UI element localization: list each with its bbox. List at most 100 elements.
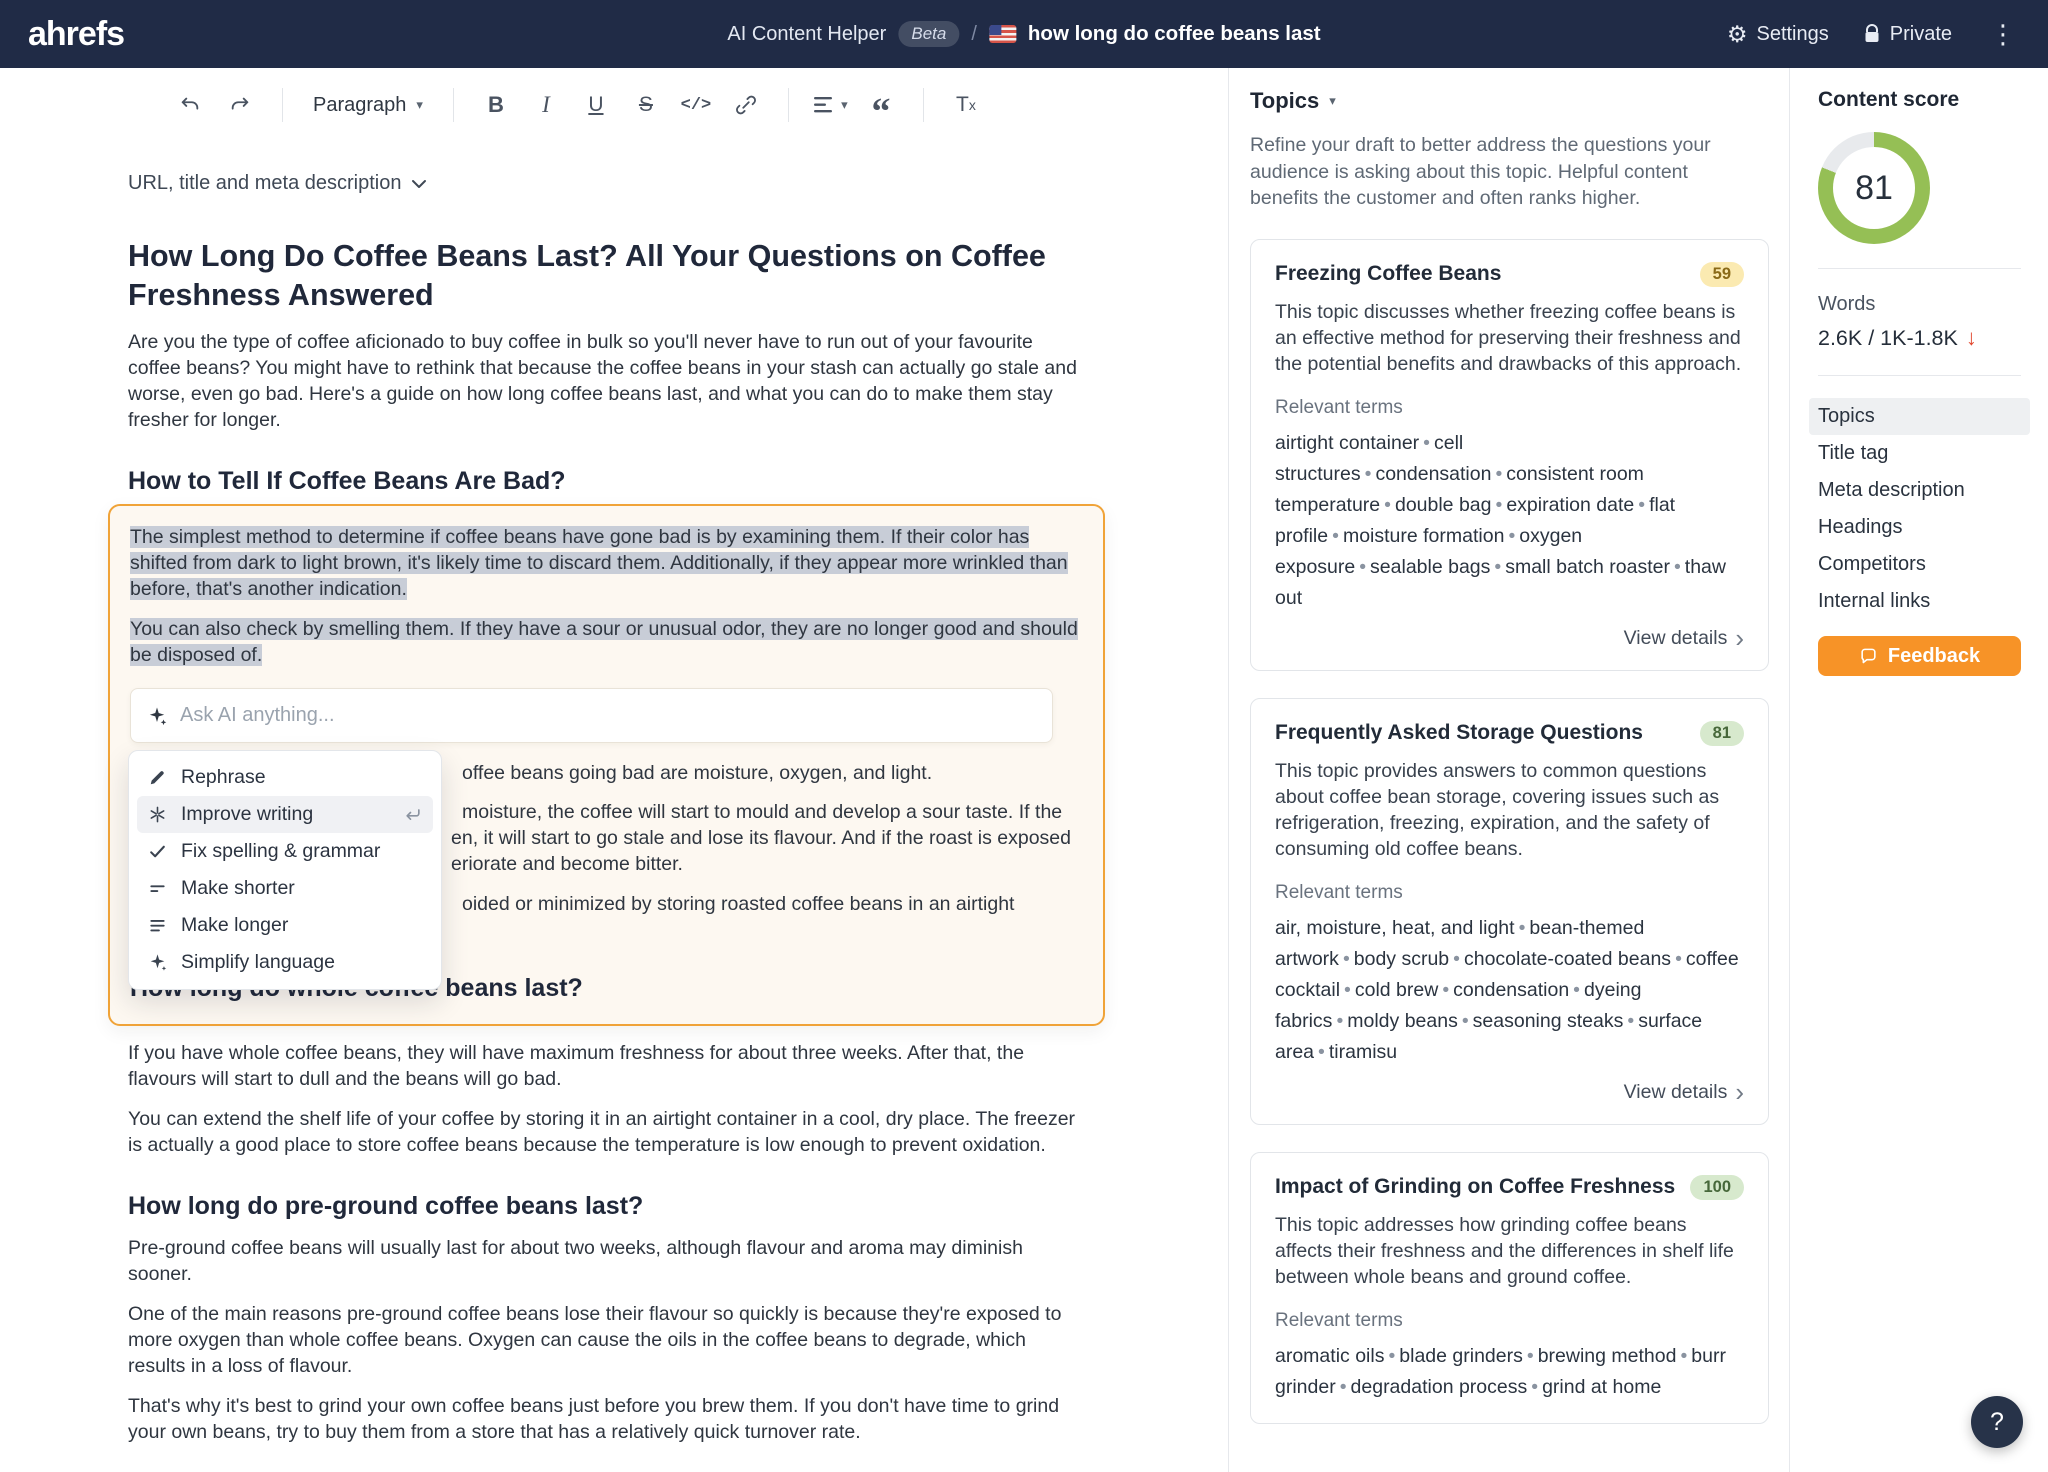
- sidebar-nav-item-topics[interactable]: Topics: [1809, 398, 2030, 435]
- document-body[interactable]: URL, title and meta description How Long…: [0, 142, 1105, 1445]
- paragraph: Pre-ground coffee beans will usually las…: [128, 1237, 1023, 1285]
- term-separator: •: [1680, 1344, 1688, 1367]
- toolbar-divider: [282, 88, 283, 122]
- relevant-term: chocolate-coated beans: [1463, 947, 1672, 970]
- obscured-text: offee beans going bad are moisture, oxyg…: [462, 762, 933, 784]
- relevant-terms: air, moisture, heat, and light • bean-them…: [1275, 913, 1744, 1068]
- relevant-term: small batch roaster: [1505, 555, 1670, 578]
- term-separator: •: [1344, 978, 1351, 1001]
- topics-description: Refine your draft to better address the …: [1250, 134, 1711, 209]
- url-meta-toggle[interactable]: URL, title and meta description: [128, 172, 427, 195]
- shorten-lines-icon: [147, 879, 168, 898]
- ahrefs-logo[interactable]: ahrefs: [28, 15, 125, 54]
- content-score-panel: Content score 81 Words 2.6K / 1K-1.8K ↓ …: [1789, 68, 2047, 1472]
- words-down-arrow-icon: ↓: [1965, 325, 1977, 350]
- sidebar-nav-item-headings[interactable]: Headings: [1809, 509, 2030, 546]
- relevant-term: condensation: [1453, 978, 1570, 1001]
- strikethrough-button[interactable]: S: [624, 83, 668, 127]
- link-button[interactable]: [724, 83, 768, 127]
- term-separator: •: [1526, 1344, 1534, 1367]
- words-value: 2.6K / 1K-1.8K: [1818, 325, 1958, 350]
- article-intro: Are you the type of coffee aficionado to…: [128, 331, 1077, 431]
- term-separator: •: [1336, 1009, 1344, 1032]
- article-title: How Long Do Coffee Beans Last? All Your …: [128, 239, 1046, 312]
- undo-button[interactable]: [168, 83, 212, 127]
- menu-item-simplify-language[interactable]: Simplify language: [137, 944, 433, 981]
- blockquote-button[interactable]: “: [859, 83, 903, 131]
- code-button[interactable]: </>: [674, 83, 718, 127]
- term-separator: •: [1342, 947, 1350, 970]
- menu-item-improve-writing[interactable]: Improve writing: [137, 796, 433, 833]
- alignment-dropdown[interactable]: ▾: [809, 83, 853, 127]
- settings-button[interactable]: ⚙ Settings: [1726, 20, 1829, 47]
- relevant-term: moisture formation: [1342, 524, 1505, 547]
- topics-dropdown[interactable]: Topics ▾: [1250, 88, 1336, 114]
- term-separator: •: [1673, 555, 1681, 578]
- italic-button[interactable]: I: [524, 83, 568, 127]
- relevant-term: aromatic oils: [1275, 1344, 1385, 1367]
- sidebar-nav-item-meta-description[interactable]: Meta description: [1809, 472, 2030, 509]
- sidebar-nav-item-internal-links[interactable]: Internal links: [1809, 583, 2030, 620]
- menu-item-fix-spelling[interactable]: Fix spelling & grammar: [137, 833, 433, 870]
- top-navbar: ahrefs AI Content Helper Beta / how long…: [0, 0, 2048, 68]
- relevant-term: air, moisture, heat, and light: [1275, 916, 1515, 939]
- content-score-label: Content score: [1818, 88, 1960, 111]
- relevant-terms-label: Relevant terms: [1275, 1309, 1403, 1331]
- term-separator: •: [1332, 524, 1339, 547]
- relevant-term: grind at home: [1542, 1375, 1662, 1398]
- relevant-terms-label: Relevant terms: [1275, 881, 1403, 903]
- gear-icon: ⚙: [1726, 20, 1748, 47]
- topic-card-title: Freezing Coffee Beans: [1275, 261, 1502, 285]
- sidebar-nav-item-title-tag[interactable]: Title tag: [1809, 435, 2030, 472]
- obscured-text: moisture, the coffee will start to mould…: [462, 801, 1063, 823]
- sidebar-nav-item-competitors[interactable]: Competitors: [1809, 546, 2030, 583]
- term-separator: •: [1339, 1375, 1347, 1398]
- relevant-term: double bag: [1394, 493, 1492, 516]
- relevant-term: condensation: [1375, 462, 1492, 485]
- help-question-mark: ?: [1990, 1407, 2004, 1436]
- view-details-button[interactable]: View details ›: [1275, 623, 1744, 653]
- divider: [1818, 375, 2021, 376]
- editor-pane: Paragraph ▾ B I U S </> ▾ “ Tx URL, titl…: [0, 68, 1228, 1472]
- toolbar-divider: [787, 88, 789, 122]
- term-separator: •: [1495, 462, 1503, 485]
- term-separator: •: [1573, 978, 1580, 1001]
- relevant-term: cold brew: [1354, 978, 1439, 1001]
- menu-item-make-shorter[interactable]: Make shorter: [137, 870, 433, 907]
- relevant-term: airtight container: [1275, 431, 1420, 454]
- menu-item-label: Simplify language: [181, 951, 335, 973]
- chevron-down-icon: ▾: [416, 97, 423, 112]
- term-separator: •: [1384, 493, 1391, 516]
- breadcrumb-separator: /: [971, 22, 977, 45]
- term-separator: •: [1508, 524, 1516, 547]
- pencil-icon: [147, 768, 168, 787]
- menu-item-make-longer[interactable]: Make longer: [137, 907, 433, 944]
- lengthen-lines-icon: [147, 916, 168, 935]
- view-details-button[interactable]: View details ›: [1275, 1079, 1744, 1105]
- toolbar-divider: [922, 88, 924, 122]
- term-separator: •: [1627, 1009, 1635, 1032]
- relevant-term: expiration date: [1506, 493, 1635, 516]
- underline-button[interactable]: U: [574, 83, 618, 127]
- private-button[interactable]: Private: [1863, 23, 1952, 46]
- relevant-term: moldy beans: [1347, 1009, 1458, 1032]
- kebab-menu-button[interactable]: ⋮: [1986, 19, 2020, 50]
- obscured-text: en, it will start to go stale and lose i…: [451, 827, 1072, 849]
- term-separator: •: [1318, 1040, 1325, 1063]
- paragraph-style-dropdown[interactable]: Paragraph ▾: [303, 94, 433, 117]
- menu-item-label: Fix spelling & grammar: [181, 840, 381, 862]
- redo-button[interactable]: [218, 83, 262, 127]
- heading-preground-beans: How long do pre-ground coffee beans last…: [128, 1192, 644, 1220]
- document-title[interactable]: how long do coffee beans last: [1028, 22, 1321, 46]
- relevant-term: body scrub: [1353, 947, 1450, 970]
- clear-formatting-button[interactable]: Tx: [944, 83, 988, 127]
- paragraph: If you have whole coffee beans, they wil…: [128, 1042, 1025, 1090]
- chevron-right-icon: ›: [1735, 623, 1744, 653]
- bold-button[interactable]: B: [474, 83, 518, 127]
- topic-card-title: Impact of Grinding on Coffee Freshness: [1275, 1174, 1676, 1198]
- relevant-term: degradation process: [1350, 1375, 1528, 1398]
- help-button[interactable]: ?: [1971, 1396, 2023, 1448]
- feedback-button[interactable]: Feedback: [1818, 636, 2021, 676]
- ask-ai-input[interactable]: [180, 704, 1036, 727]
- menu-item-rephrase[interactable]: Rephrase: [137, 759, 433, 796]
